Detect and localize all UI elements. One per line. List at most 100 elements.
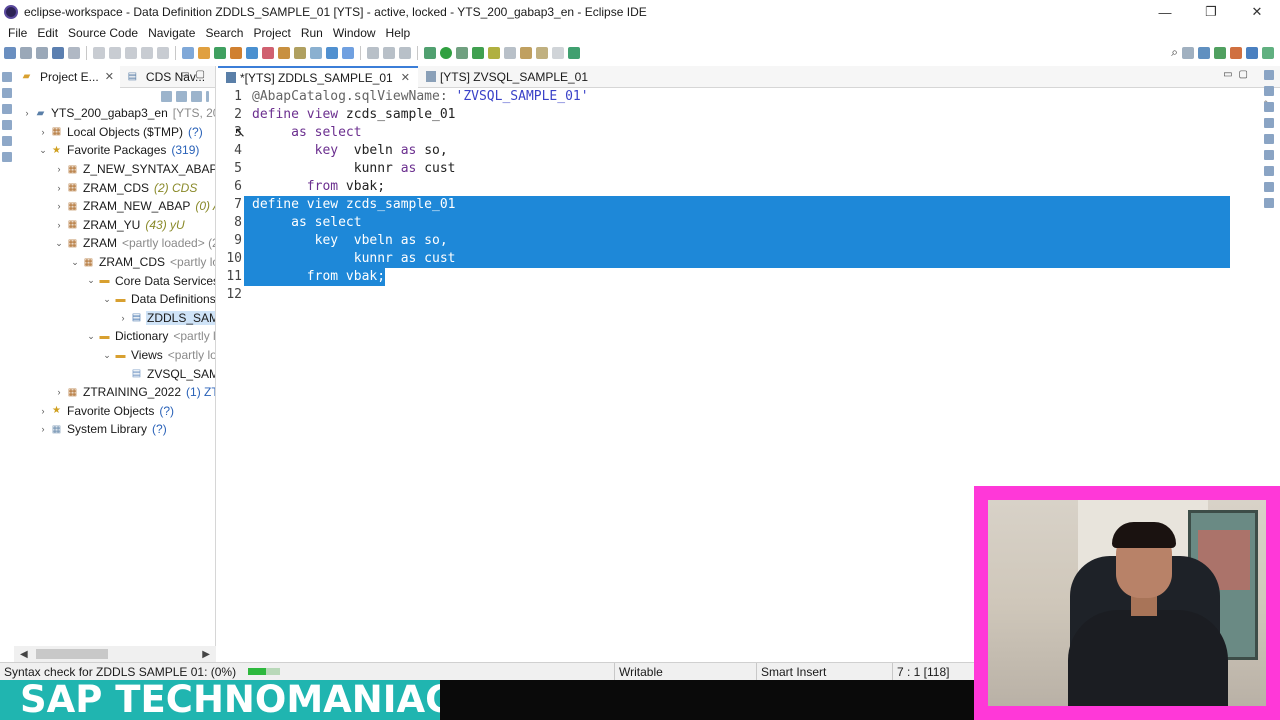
tree-item[interactable]: › ▦ Local Objects ($TMP) (?) [14,123,215,142]
insert-mode-status[interactable]: Smart Insert [761,665,826,679]
trim-icon[interactable] [2,104,12,114]
marker-icon[interactable] [488,47,500,59]
chevron-down-icon[interactable]: ⌄ [100,350,114,361]
trim-icon[interactable] [1264,102,1274,112]
trim-icon[interactable] [1264,134,1274,144]
collapse-all-icon[interactable] [161,90,172,102]
tab-zddls-sample-01[interactable]: *[YTS] ZDDLS_SAMPLE_01 ✕ [218,65,418,88]
resume-icon[interactable] [157,47,169,59]
tree-item[interactable]: ⌄ ★ Favorite Packages (319) [14,141,215,160]
editor-minimize-maximize[interactable]: ▭▢ [1223,69,1254,80]
outline-icon[interactable] [1264,70,1274,80]
paragraph-icon[interactable] [399,47,411,59]
perspective-icon[interactable] [1182,46,1194,59]
trim-icon[interactable] [2,136,12,146]
print-icon[interactable] [52,47,64,59]
chevron-right-icon[interactable]: › [36,127,50,137]
trim-icon[interactable] [2,72,12,82]
undo-icon[interactable] [68,47,80,59]
tab-zvsql-sample-01[interactable]: [YTS] ZVSQL_SAMPLE_01 [418,66,596,88]
scroll-right-icon[interactable]: ▶ [202,649,210,660]
tree-item[interactable]: ›▦Z_NEW_SYNTAX_ABAP(22 [14,160,216,179]
chevron-right-icon[interactable]: › [20,108,34,118]
step-icon[interactable] [125,47,137,59]
team-perspective-icon[interactable] [1246,46,1258,59]
code-line[interactable]: 4 key vbeln as so, [218,142,1238,160]
trim-icon[interactable] [1264,166,1274,176]
tree-item[interactable]: ⌄▬ Views <partly loa [14,346,215,365]
git-perspective-icon[interactable] [1262,46,1274,59]
code-line[interactable]: 8 as select [218,214,1238,232]
annotation-icon[interactable] [504,47,516,59]
trim-icon[interactable] [1264,182,1274,192]
refactor-icon[interactable] [294,47,306,59]
toggle-icon[interactable] [326,47,338,59]
external-tools-icon[interactable] [472,47,484,59]
trim-icon[interactable] [2,88,12,98]
stop-icon[interactable] [109,47,121,59]
new-icon[interactable] [4,47,16,59]
chevron-right-icon[interactable]: › [52,164,66,174]
chevron-right-icon[interactable]: › [116,313,130,323]
view-minimize-maximize[interactable]: ▭▢ [180,69,211,80]
tree-item[interactable]: ›▰ YTS_200_gabap3_en [YTS, 200, ( [14,104,216,123]
filter-icon[interactable] [191,90,202,102]
activate-icon[interactable] [182,47,194,59]
save-all-icon[interactable] [36,47,48,59]
code-line[interactable]: 7 define view zcds_sample_01 [218,196,1238,214]
tree-item[interactable]: ⌄▬ Dictionary <partly lo [14,327,215,346]
menu-file[interactable]: File [4,26,31,40]
chevron-right-icon[interactable]: › [52,387,66,397]
tree-item[interactable]: ⌄ ▬ Data Definitions [14,290,215,309]
abap-perspective-icon[interactable] [1198,46,1210,59]
forward-icon[interactable] [536,47,548,59]
code-line[interactable]: 10 kunnr as cust [218,250,1238,268]
chevron-right-icon[interactable]: › [52,201,66,211]
trim-icon[interactable] [1264,86,1274,96]
explorer-horizontal-scrollbar[interactable]: ◀ ▶ [14,646,216,662]
format-icon[interactable] [214,47,226,59]
run-icon[interactable] [93,47,105,59]
tree-item[interactable]: › ▦ ZRAM_CDS (2) CDS [14,178,215,197]
tree-item[interactable]: ⌄ ▦ ZRAM <partly loaded> (2 [14,234,215,253]
link-editor-icon[interactable] [176,90,187,102]
code-line[interactable]: 11 from vbak; [218,268,1238,286]
chevron-down-icon[interactable]: ⌄ [36,145,50,156]
scroll-thumb[interactable] [36,649,108,659]
search-tb-icon[interactable] [310,47,322,59]
link-icon[interactable] [367,47,379,59]
menu-run[interactable]: Run [297,26,327,40]
trim-icon[interactable] [1264,198,1274,208]
tree-item[interactable]: ›▦ ZRAM_NEW_ABAP (0) AE [14,197,216,216]
tree-item[interactable]: › ▦ ZRAM_YU (43) yU [14,216,215,235]
save-icon[interactable] [20,47,32,59]
back-icon[interactable] [520,47,532,59]
code-line[interactable]: 12 [218,286,1238,304]
chevron-down-icon[interactable]: ⌄ [68,257,82,268]
trim-icon[interactable] [2,120,12,130]
code-line[interactable]: 3 as select [218,124,1238,142]
chevron-right-icon[interactable]: › [52,220,66,230]
step-over-icon[interactable] [141,47,153,59]
scroll-left-icon[interactable]: ◀ [20,649,28,660]
tree-item[interactable]: ›▤ ZDDLS_SAMP [14,309,215,328]
coverage-icon[interactable] [456,47,468,59]
menu-project[interactable]: Project [249,26,294,40]
package-tb-icon[interactable] [278,47,290,59]
chevron-down-icon[interactable]: ⌄ [84,275,98,286]
trim-icon[interactable] [2,152,12,162]
trim-icon[interactable] [1264,118,1274,128]
chevron-right-icon[interactable]: › [36,406,50,416]
view-menu-icon[interactable] [206,90,209,102]
tree-item[interactable]: ›▦ ZTRAINING_2022 (1) ZTR [14,383,216,402]
trim-icon[interactable] [1264,150,1274,160]
menu-edit[interactable]: Edit [33,26,62,40]
maximize-button[interactable]: ❐ [1188,0,1234,24]
tree-item[interactable]: › ★ Favorite Objects (?) [14,402,215,421]
tree-item[interactable]: › ▦ System Library (?) [14,420,215,439]
tree-item[interactable]: ▤ ZVSQL_SAMP [14,364,215,383]
chevron-down-icon[interactable]: ⌄ [84,331,98,342]
chevron-right-icon[interactable]: › [52,183,66,193]
tab-project-explorer[interactable]: ▰ Project E... ✕ [14,65,120,88]
minimize-button[interactable]: — [1142,0,1188,24]
